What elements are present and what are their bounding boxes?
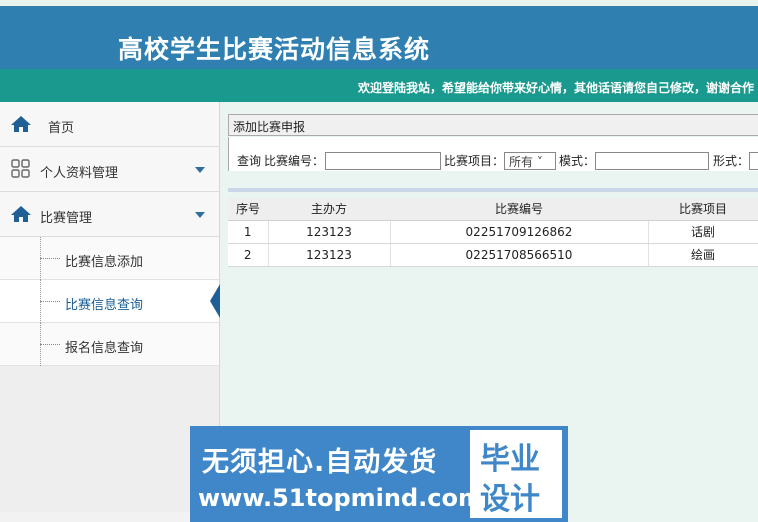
- sidebar-subitem-add[interactable]: 比赛信息添加: [0, 237, 219, 280]
- query-label: 查询: [237, 154, 262, 168]
- home-icon: [11, 116, 31, 132]
- watermark-banner: 无须担心.自动发货 www.51topmind.com 毕业 设计: [190, 426, 568, 522]
- column-header: 序号: [228, 198, 268, 221]
- table-cell: 02251709126862: [390, 220, 649, 244]
- welcome-marquee: 欢迎登陆我站，希望能给你带来好心情，其他话语请您自己修改，谢谢合作: [0, 69, 758, 102]
- chevron-down-icon: [195, 212, 205, 218]
- active-indicator: [210, 284, 220, 318]
- banner-badge: 毕业 设计: [470, 430, 562, 518]
- item-selected-value: 所有: [509, 155, 534, 169]
- column-header: 比赛项目: [648, 198, 758, 221]
- table-row[interactable]: 1 123123 02251709126862 话剧: [228, 220, 758, 244]
- table-cell: 话剧: [648, 220, 758, 244]
- home-icon: [11, 206, 31, 222]
- table-cell: 绘画: [648, 243, 758, 267]
- table-cell: 123123: [268, 220, 391, 244]
- banner-slogan: 无须担心.自动发货: [202, 447, 438, 478]
- form-input[interactable]: [749, 152, 758, 170]
- app-window: 高校学生比赛活动信息系统 欢迎登陆我站，希望能给你带来好心情，其他话语请您自己修…: [0, 0, 758, 522]
- tree-dash: [40, 258, 60, 259]
- tree-dash: [40, 344, 60, 345]
- sidebar-filler: [0, 366, 219, 512]
- panel-title: 添加比赛申报: [233, 120, 306, 134]
- search-bar: 查询 比赛编号： 比赛项目： 所有 ˅ 模式： 形式：: [228, 137, 758, 171]
- form-label: 形式：: [713, 154, 750, 168]
- sidebar-subitem-label: 比赛信息查询: [65, 298, 144, 313]
- mode-label: 模式：: [559, 154, 596, 168]
- table-cell: 02251708566510: [390, 243, 649, 267]
- sidebar-subitem-label: 报名信息查询: [65, 341, 144, 356]
- chevron-down-icon: ˅: [536, 155, 543, 169]
- header-banner: 高校学生比赛活动信息系统: [0, 6, 758, 69]
- item-select[interactable]: 所有 ˅: [504, 152, 556, 170]
- table-cell: 2: [228, 243, 269, 267]
- sidebar: 首页 个人资料管理 比赛管理 比赛信息添加 比赛信息查询 报名信息查询: [0, 102, 220, 522]
- system-title: 高校学生比赛活动信息系统: [118, 35, 431, 64]
- sidebar-subitem-label: 比赛信息添加: [65, 255, 144, 270]
- chevron-down-icon: [195, 167, 205, 173]
- code-input[interactable]: [325, 152, 441, 170]
- code-label: 比赛编号：: [264, 154, 325, 168]
- sidebar-item-label: 首页: [48, 121, 75, 136]
- item-label: 比赛项目：: [444, 154, 505, 168]
- sidebar-subitem-signup[interactable]: 报名信息查询: [0, 323, 219, 366]
- sidebar-subitem-query[interactable]: 比赛信息查询: [0, 280, 220, 323]
- sidebar-item-competition[interactable]: 比赛管理: [0, 192, 219, 237]
- section-divider: [228, 188, 758, 192]
- table-header-row: 序号 主办方 比赛编号 比赛项目: [228, 198, 758, 221]
- sidebar-item-profile[interactable]: 个人资料管理: [0, 147, 219, 192]
- tree-dash: [40, 301, 60, 302]
- column-header: 比赛编号: [390, 198, 648, 221]
- welcome-text: 欢迎登陆我站，希望能给你带来好心情，其他话语请您自己修改，谢谢合作: [357, 81, 754, 95]
- grid-icon: [11, 159, 30, 178]
- column-header: 主办方: [268, 198, 390, 221]
- panel-header: 添加比赛申报: [228, 114, 758, 138]
- sidebar-item-home[interactable]: 首页: [0, 102, 219, 147]
- table-row[interactable]: 2 123123 02251708566510 绘画: [228, 243, 758, 267]
- table-cell: 123123: [268, 243, 391, 267]
- banner-url: www.51topmind.com: [198, 484, 483, 512]
- sidebar-item-label: 比赛管理: [40, 211, 93, 226]
- badge-text-bottom: 设计: [480, 482, 540, 517]
- results-table: 序号 主办方 比赛编号 比赛项目 1 123123 02251709126862…: [228, 198, 758, 267]
- badge-text-top: 毕业: [480, 442, 540, 477]
- sidebar-item-label: 个人资料管理: [40, 166, 119, 181]
- mode-input[interactable]: [595, 152, 709, 170]
- table-cell: 1: [228, 220, 269, 244]
